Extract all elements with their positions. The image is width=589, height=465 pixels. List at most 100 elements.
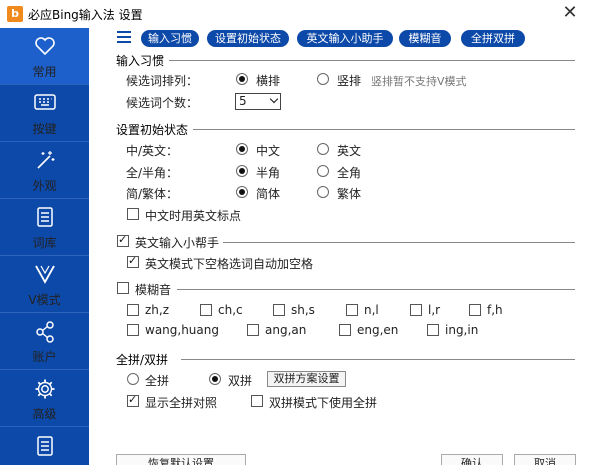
radio-english-label: 英文	[337, 144, 362, 158]
section-title-initial-state: 设置初始状态	[116, 123, 189, 137]
book-icon	[0, 207, 89, 229]
tab-input-habits[interactable]: 输入习惯	[141, 30, 199, 47]
close-icon[interactable]: ✕	[559, 2, 581, 24]
show-full-pinyin-label: 显示全拼对照	[145, 396, 218, 410]
radio-horizontal[interactable]	[236, 73, 248, 85]
tab-fuzzy-sound[interactable]: 模糊音	[399, 30, 451, 47]
checkbox-fuzzy-eng-en[interactable]	[339, 324, 351, 336]
sidebar-item-label: 账户	[32, 350, 57, 364]
checkbox-english-punct[interactable]	[127, 208, 139, 220]
radio-traditional-label: 繁体	[337, 187, 362, 201]
radio-half-width[interactable]	[236, 165, 248, 177]
english-punct-label: 中文时用英文标点	[145, 209, 242, 223]
candidate-count-label: 候选词个数：	[126, 96, 199, 110]
radio-double-pinyin[interactable]	[209, 373, 221, 385]
section-title-input-habits: 输入习惯	[116, 54, 165, 68]
checkbox-fuzzy-l-r[interactable]	[410, 304, 422, 316]
fuzzy-option-label: l,r	[428, 303, 441, 317]
section-divider	[223, 242, 575, 243]
checkbox-fuzzy-f-h[interactable]	[469, 304, 481, 316]
section-title-pinyin: 全拼/双拼	[116, 353, 169, 367]
fuzzy-option-label: zh,z	[145, 303, 170, 317]
radio-traditional[interactable]	[317, 186, 329, 198]
share-icon	[0, 321, 89, 343]
fuzzy-option-label: n,l	[364, 303, 379, 317]
candidate-count-value: 5	[239, 94, 247, 108]
cancel-button[interactable]: 取消	[514, 454, 576, 465]
tab-bar: 输入习惯 设置初始状态 英文输入小助手 模糊音 全拼双拼	[89, 28, 589, 50]
section-divider	[169, 60, 575, 61]
section-title-fuzzy: 模糊音	[135, 283, 172, 297]
section-divider	[193, 129, 575, 130]
keyboard-icon	[0, 93, 89, 115]
radio-chinese[interactable]	[236, 143, 248, 155]
sidebar-item-label: 常用	[32, 65, 57, 79]
radio-chinese-label: 中文	[256, 144, 281, 158]
v-icon	[0, 264, 89, 286]
sidebar-item-v-mode[interactable]: V模式	[0, 256, 89, 312]
tab-english-helper[interactable]: 英文输入小助手	[297, 30, 393, 47]
section-divider	[181, 359, 575, 360]
ok-button[interactable]: 确认	[441, 454, 503, 465]
lang-label: 中/英文：	[126, 144, 179, 158]
sidebar-item-label: 高级	[32, 407, 57, 421]
checkbox-auto-space[interactable]	[127, 254, 139, 268]
restore-defaults-button[interactable]: 恢复默认设置	[116, 454, 246, 465]
radio-vertical[interactable]	[317, 73, 329, 85]
checkbox-fuzzy-wang-huang[interactable]	[127, 324, 139, 336]
checkbox-show-full-pinyin[interactable]	[127, 393, 139, 407]
sidebar-item-label: 外观	[32, 179, 57, 193]
menu-icon[interactable]	[117, 31, 131, 43]
radio-simplified[interactable]	[236, 186, 248, 198]
checkbox-fuzzy-ang-an[interactable]	[247, 324, 259, 336]
fuzzy-option-label: eng,en	[357, 323, 399, 337]
radio-vertical-label: 竖排	[337, 74, 362, 88]
radio-full-pinyin-label: 全拼	[145, 374, 170, 388]
heart-icon	[0, 36, 89, 58]
magic-wand-icon	[0, 150, 89, 172]
settings-panel: 输入习惯 设置初始状态 英文输入小助手 模糊音 全拼双拼 输入习惯 候选词排列：…	[89, 28, 589, 465]
checkbox-use-full-in-double[interactable]	[251, 395, 263, 407]
radio-half-width-label: 半角	[256, 166, 281, 180]
radio-double-pinyin-label: 双拼	[228, 374, 253, 388]
radio-full-width-label: 全角	[337, 166, 362, 180]
use-full-in-double-label: 双拼模式下使用全拼	[269, 396, 378, 410]
sidebar-item-common[interactable]: 常用	[0, 28, 89, 84]
checkbox-fuzzy-ing-in[interactable]	[427, 324, 439, 336]
candidate-count-select[interactable]: 5	[235, 93, 281, 110]
radio-full-width[interactable]	[317, 165, 329, 177]
candidate-order-label: 候选词排列：	[126, 74, 199, 88]
sidebar: 常用 按键 外观 词库 V模式 账户 高级	[0, 28, 89, 465]
width-label: 全/半角：	[126, 166, 179, 180]
checkbox-english-helper[interactable]	[117, 233, 129, 247]
auto-space-label: 英文模式下空格选词自动加空格	[145, 257, 314, 271]
sidebar-item-more[interactable]	[0, 427, 89, 465]
window-title: 必应Bing输入法 设置	[28, 8, 143, 22]
sidebar-item-label: 词库	[32, 236, 57, 250]
fuzzy-option-label: f,h	[487, 303, 503, 317]
sidebar-item-keys[interactable]: 按键	[0, 85, 89, 141]
radio-simplified-label: 简体	[256, 187, 281, 201]
checkbox-fuzzy[interactable]	[117, 282, 129, 294]
sidebar-item-account[interactable]: 账户	[0, 313, 89, 369]
title-bar: b 必应Bing输入法 设置 ✕	[0, 0, 589, 28]
double-pinyin-scheme-button[interactable]: 双拼方案设置	[267, 371, 346, 387]
fuzzy-option-label: sh,s	[291, 303, 315, 317]
tab-pinyin-mode[interactable]: 全拼双拼	[461, 30, 525, 47]
checkbox-fuzzy-n-l[interactable]	[346, 304, 358, 316]
checkbox-fuzzy-zh-z[interactable]	[127, 304, 139, 316]
checkbox-fuzzy-ch-c[interactable]	[200, 304, 212, 316]
radio-full-pinyin[interactable]	[127, 373, 139, 385]
checkbox-fuzzy-sh-s[interactable]	[273, 304, 285, 316]
fuzzy-option-label: ang,an	[265, 323, 307, 337]
sidebar-item-label: 按键	[32, 122, 57, 136]
section-divider	[177, 289, 575, 290]
radio-english[interactable]	[317, 143, 329, 155]
bing-logo-icon: b	[7, 6, 23, 22]
sidebar-item-label: V模式	[28, 293, 61, 307]
fuzzy-option-label: ing,in	[445, 323, 479, 337]
sidebar-item-dictionary[interactable]: 词库	[0, 199, 89, 255]
tab-initial-state[interactable]: 设置初始状态	[207, 30, 289, 47]
sidebar-item-advanced[interactable]: 高级	[0, 370, 89, 426]
sidebar-item-appearance[interactable]: 外观	[0, 142, 89, 198]
